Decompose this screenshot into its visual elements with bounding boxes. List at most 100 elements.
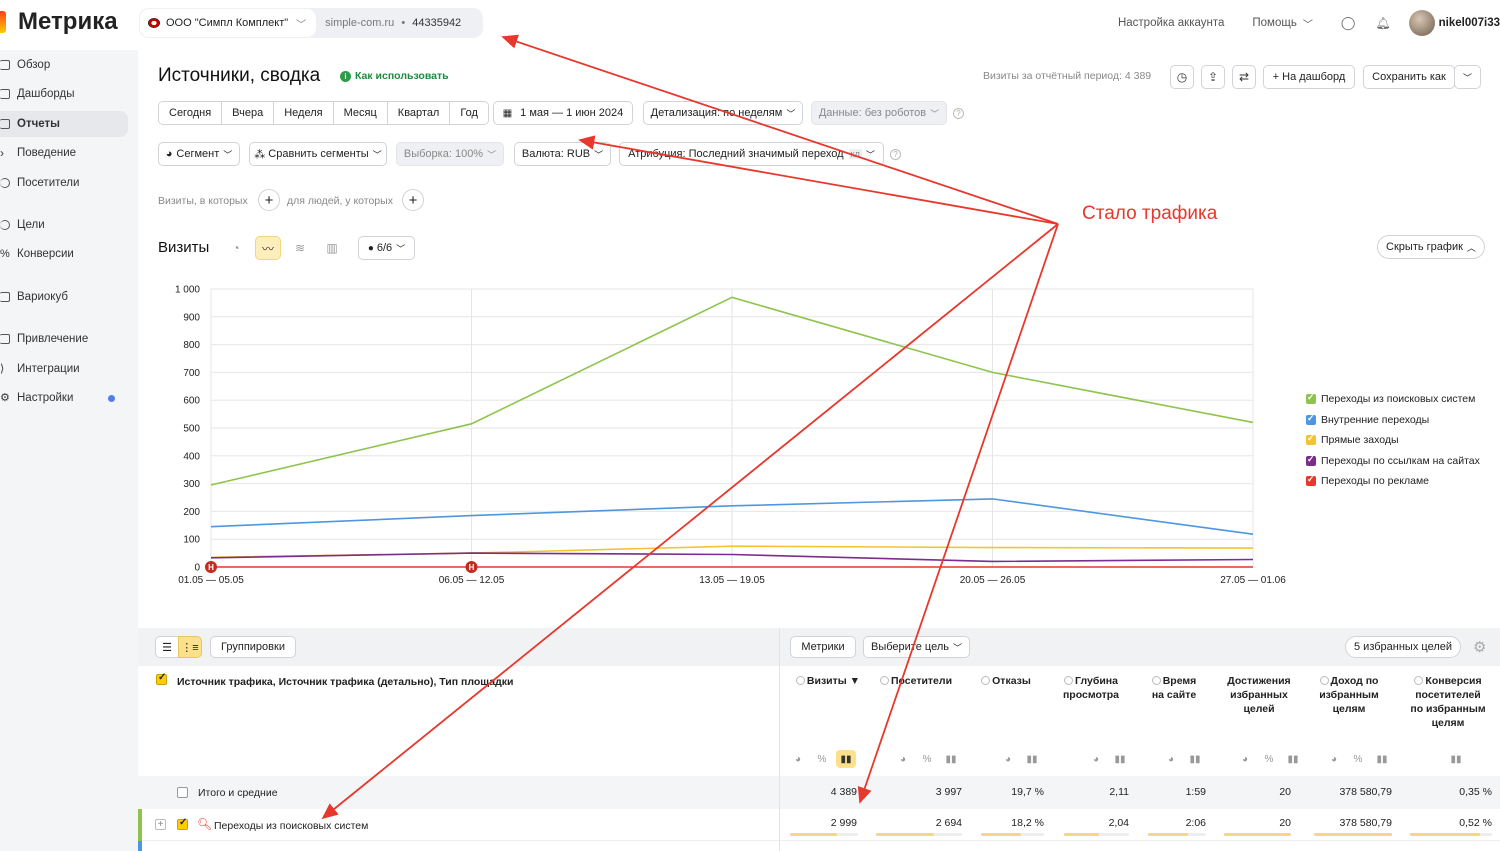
help-icon[interactable]: ?	[890, 149, 901, 160]
sidebar-item-acquisition[interactable]: Привлечение	[0, 326, 128, 352]
bars-icon[interactable]: ▮▮	[1022, 750, 1042, 768]
sidebar-item-visitors[interactable]: Посетители	[0, 170, 128, 196]
period-yesterday[interactable]: Вчера	[222, 102, 275, 124]
counter-selector[interactable]: ООО "Симпл Комплект" ﹀ simple-com.ru • 4…	[139, 8, 483, 38]
col-visitors[interactable]: Посетители	[876, 674, 956, 688]
legend-item[interactable]: Переходы по ссылкам на сайтах	[1306, 451, 1480, 472]
col-goal-conversion[interactable]: Конверсия посетителей по избранным целям	[1408, 674, 1488, 730]
pie-icon[interactable]: ◕	[1235, 750, 1255, 768]
legend-checkbox[interactable]	[1306, 392, 1316, 405]
col-bounces[interactable]: Отказы	[976, 674, 1036, 688]
series-selector[interactable]: ● 6/6 ﹀	[358, 236, 415, 260]
bars-icon[interactable]: ▮▮	[941, 750, 961, 768]
detail-select[interactable]: Детализация: по неделям ﹀	[643, 101, 803, 125]
sidebar-item-integrations[interactable]: ⟩ Интеграции	[0, 356, 128, 382]
pie-icon[interactable]: ◕	[893, 750, 913, 768]
metrics-button[interactable]: Метрики	[790, 636, 856, 658]
dimension-checkbox[interactable]	[156, 672, 167, 685]
total-checkbox[interactable]	[177, 787, 188, 798]
add-to-dashboard-button[interactable]: + На дашборд	[1263, 65, 1355, 89]
legend-checkbox[interactable]	[1306, 454, 1316, 466]
share-icon[interactable]: ⇄	[1232, 65, 1256, 89]
pie-chart-icon[interactable]: ◔	[223, 236, 249, 260]
export-icon[interactable]: ⇪	[1201, 65, 1225, 89]
account-settings-link[interactable]: Настройка аккаунта	[1118, 17, 1224, 29]
col-time[interactable]: Время на сайте	[1146, 674, 1202, 702]
save-as-button[interactable]: Сохранить как	[1363, 65, 1455, 89]
pie-icon[interactable]: ◕	[1161, 750, 1181, 768]
expand-icon[interactable]: +	[155, 819, 166, 830]
help-icon[interactable]	[879, 676, 889, 685]
legend-item[interactable]: Прямые заходы	[1306, 430, 1480, 451]
help-icon[interactable]	[1151, 676, 1161, 685]
bar-chart-icon[interactable]: ▥	[319, 236, 345, 260]
tree-view-icon[interactable]: ⋮≡	[178, 636, 202, 658]
bell-icon[interactable]: 🔔︎	[1375, 16, 1390, 30]
table-row[interactable]: + 🔍︎ Переходы из поисковых систем 2 999 …	[138, 809, 1500, 841]
bars-icon[interactable]: ▮▮	[1110, 750, 1130, 768]
percent-icon[interactable]: %	[1348, 750, 1368, 768]
metrika-logo[interactable]: Метрика	[0, 8, 118, 36]
how-to-link[interactable]: i Как использовать	[340, 70, 449, 82]
percent-icon[interactable]: %	[917, 750, 937, 768]
user-menu[interactable]: nikel007i33	[1408, 10, 1500, 36]
add-people-filter-button[interactable]: +	[402, 189, 424, 211]
row-checkbox[interactable]	[177, 817, 188, 830]
period-today[interactable]: Сегодня	[159, 102, 223, 124]
date-range-picker[interactable]: ▦ 1 мая — 1 июн 2024	[493, 101, 633, 125]
period-quarter[interactable]: Квартал	[387, 102, 451, 124]
dimension-header[interactable]: Источник трафика, Источник трафика (дета…	[177, 676, 514, 688]
org-selector[interactable]: ООО "Симпл Комплект" ﹀	[139, 8, 318, 38]
help-icon[interactable]	[981, 676, 991, 685]
bars-icon[interactable]: ▮▮	[1283, 750, 1303, 768]
legend-item[interactable]: Переходы из поисковых систем	[1306, 389, 1480, 410]
help-icon[interactable]	[1414, 676, 1424, 685]
choose-goal-select[interactable]: Выберите цель ﹀	[863, 636, 970, 658]
table-row[interactable]	[138, 841, 1500, 851]
legend-item[interactable]: Переходы по рекламе	[1306, 471, 1480, 492]
help-menu[interactable]: Помощь ﹀	[1252, 16, 1312, 31]
col-goal-reaches[interactable]: Достижения избранных целей	[1220, 674, 1298, 716]
pie-icon[interactable]: ◕	[788, 750, 808, 768]
col-depth[interactable]: Глубина просмотра	[1058, 674, 1124, 702]
bars-icon[interactable]: ▮▮	[836, 750, 856, 768]
chat-icon[interactable]: ◯	[1341, 15, 1356, 31]
pie-icon[interactable]: ◕	[998, 750, 1018, 768]
bars-icon[interactable]: ▮▮	[1372, 750, 1392, 768]
percent-icon[interactable]: %	[1259, 750, 1279, 768]
period-year[interactable]: Год	[450, 102, 488, 124]
bars-icon[interactable]: ▮▮	[1446, 750, 1466, 768]
sidebar-item-reports[interactable]: Отчеты	[0, 111, 128, 137]
compare-segments-button[interactable]: ⁂ Сравнить сегменты ﹀	[249, 142, 387, 166]
sidebar-item-goals[interactable]: Цели	[0, 212, 128, 238]
sidebar-item-dashboards[interactable]: Дашборды	[0, 81, 128, 107]
help-icon[interactable]: ?	[953, 108, 964, 119]
area-chart-icon[interactable]: ≋	[287, 236, 313, 260]
col-goal-revenue[interactable]: Доход по избранным целям	[1316, 674, 1382, 716]
visits-line-chart[interactable]: 0 100 200 300 400 500 600 700 800 900 1 000 01.05 —…	[138, 275, 1500, 595]
sidebar-item-behavior[interactable]: › Поведение	[0, 140, 128, 166]
sidebar-item-conversions[interactable]: % Конверсии	[0, 241, 128, 267]
help-icon[interactable]	[1319, 676, 1329, 685]
gear-icon[interactable]: ⚙	[1473, 638, 1486, 656]
line-chart-icon[interactable]: 〰	[255, 236, 281, 260]
attribution-select[interactable]: Атрибуция: Последний значимый переход кл…	[619, 142, 884, 166]
add-visit-filter-button[interactable]: +	[258, 189, 280, 211]
save-as-dropdown[interactable]: ﹀	[1454, 65, 1481, 89]
segment-button[interactable]: ◕ Сегмент ﹀	[158, 142, 240, 166]
legend-item[interactable]: Внутренние переходы	[1306, 410, 1480, 431]
sample-select[interactable]: Выборка: 100% ﹀	[396, 142, 504, 166]
bars-icon[interactable]: ▮▮	[1185, 750, 1205, 768]
legend-checkbox[interactable]	[1306, 413, 1316, 425]
period-month[interactable]: Месяц	[333, 102, 388, 124]
period-week[interactable]: Неделя	[274, 102, 334, 124]
groupings-button[interactable]: Группировки	[210, 636, 296, 658]
legend-checkbox[interactable]	[1306, 474, 1316, 487]
help-icon[interactable]	[795, 676, 805, 685]
legend-checkbox[interactable]	[1306, 433, 1316, 446]
clock-icon[interactable]: ◷	[1170, 65, 1194, 89]
help-icon[interactable]	[1064, 676, 1074, 685]
currency-select[interactable]: Валюта: RUB ﹀	[514, 142, 611, 166]
robots-select[interactable]: Данные: без роботов ﹀	[811, 101, 947, 125]
list-view-icon[interactable]: ☰	[155, 636, 179, 658]
